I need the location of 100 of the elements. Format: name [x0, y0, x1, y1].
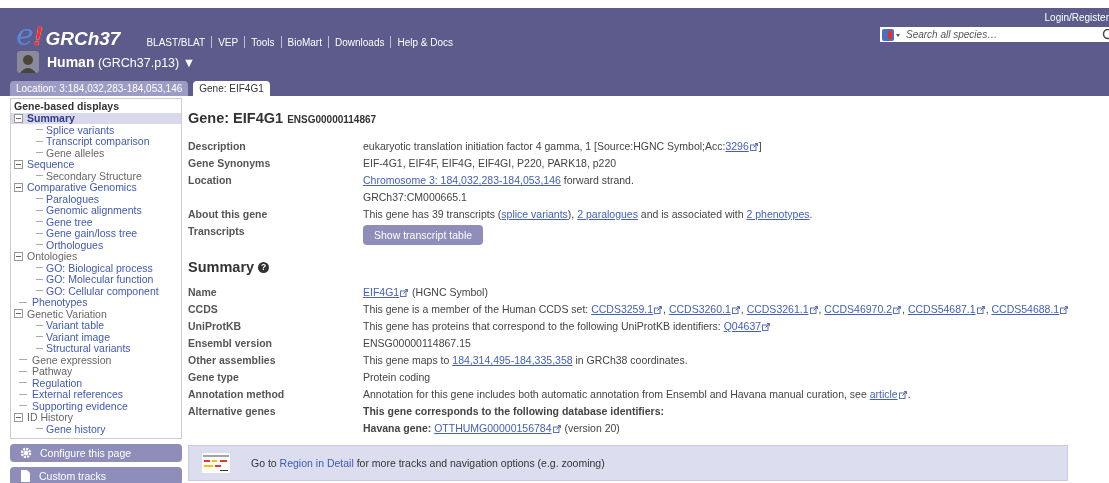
sidebar-item-row[interactable]: External references: [11, 388, 181, 401]
sidebar-link[interactable]: Orthologues: [46, 238, 104, 251]
sidebar-item-row[interactable]: Paralogues: [11, 193, 181, 205]
external-link-icon: [400, 288, 409, 297]
species-name[interactable]: Human (GRCh37.p13) ▼: [47, 54, 196, 70]
link[interactable]: Q04637: [723, 320, 762, 332]
link[interactable]: CCDS54688.1: [991, 303, 1060, 315]
link[interactable]: Chromosome 3: 184,032,283-184,053,146: [363, 174, 561, 186]
section-title: Summary: [188, 259, 255, 275]
search-input[interactable]: Search all species…: [906, 29, 1096, 40]
sidebar-link[interactable]: Sequence: [27, 158, 75, 171]
sidebar-item-row[interactable]: Splice variants: [11, 124, 181, 136]
tab[interactable]: Gene: EIF4G1: [193, 81, 270, 96]
expander-icon[interactable]: [14, 113, 23, 123]
field-label: Location: [188, 173, 233, 188]
search-icon[interactable]: [1101, 29, 1109, 40]
region-thumbnail-icon[interactable]: [201, 452, 231, 474]
field-value: This gene is a member of the Human CCDS set: CCDS3259.1 , CCDS3260.1 , CCDS3261.1 , CCDS46970.2 , CCDS54687.1 , CCDS54688.1: [363, 301, 1109, 318]
field-label: Ensembl version: [188, 336, 274, 351]
sidebar-item-row[interactable]: Supporting evidence: [11, 400, 181, 412]
sidebar-link[interactable]: Gene gain/loss tree: [46, 227, 138, 240]
species-icon[interactable]: [882, 28, 902, 41]
field-value: GRCh37:CM000665.1: [363, 190, 468, 205]
field-label: Gene Synonyms: [188, 156, 272, 171]
gear-icon: [20, 446, 32, 459]
field-value: This gene has proteins that correspond to the following UniProtKB identifiers: Q04637: [363, 318, 1109, 335]
sidebar-item-row[interactable]: Gene gain/loss tree: [11, 227, 181, 240]
external-link-icon: [1060, 305, 1069, 314]
sidebar-item-row[interactable]: Orthologues: [11, 239, 181, 251]
sidebar-item-row[interactable]: Genomic alignments: [11, 204, 181, 217]
nav-link[interactable]: BLAST/BLAT: [146, 36, 206, 48]
field-value: This gene maps to 184,314,495-184,335,358 in GRCh38 coordinates.: [363, 353, 689, 368]
sidebar-item-row[interactable]: Comparative Genomics: [11, 181, 181, 194]
link[interactable]: EIF4G1: [363, 286, 400, 298]
sidebar-link[interactable]: Comparative Genomics: [27, 181, 137, 194]
sidebar-link[interactable]: Genomic alignments: [46, 204, 142, 217]
field-label: Alternative genes: [188, 404, 277, 419]
field-value: EIF4G1 (HGNC Symbol): [363, 285, 489, 300]
help-icon[interactable]: ?: [258, 261, 270, 273]
file-icon: [20, 469, 31, 482]
external-link-icon: [731, 305, 740, 314]
field-label: UniProtKB: [188, 319, 243, 334]
field-value: EIF-4G1, EIF4F, EIF4G, EIF4GI, P220, PARK18, p220: [363, 156, 618, 171]
external-link-icon: [654, 305, 663, 314]
sidebar-heading: Gene-based displays: [13, 99, 121, 113]
external-link-icon: [552, 424, 561, 433]
link[interactable]: CCDS3260.1: [668, 303, 731, 315]
sidebar-link[interactable]: Summary: [27, 112, 75, 125]
sidebar-link[interactable]: Phenotypes: [32, 296, 88, 309]
link[interactable]: CCDS46970.2: [824, 303, 893, 315]
sidebar-link[interactable]: Regulation: [32, 376, 83, 389]
sidebar-item-row[interactable]: Phenotypes: [11, 296, 181, 309]
sidebar-link[interactable]: Transcript comparison: [46, 135, 150, 148]
link[interactable]: 2 phenotypes: [746, 208, 810, 220]
nav-link[interactable]: Downloads: [334, 36, 385, 48]
expander-icon[interactable]: [14, 182, 23, 192]
sidebar-item-row[interactable]: Regulation: [11, 377, 181, 389]
link[interactable]: 2 paralogues: [577, 208, 638, 220]
banner-text: Go to Region in Detail for more tracks and navigation options (e.g. zooming): [251, 457, 605, 469]
sidebar-item-row[interactable]: Gene tree: [11, 216, 181, 228]
sidebar-item-row[interactable]: Sequence: [11, 158, 181, 171]
external-link-icon: [898, 390, 907, 399]
sidebar-link[interactable]: Supporting evidence: [32, 399, 128, 412]
field-label: Description: [188, 139, 247, 154]
login-link[interactable]: Login/Register: [1044, 12, 1109, 23]
field-value: eukaryotic translation initiation factor 4 gamma, 1 [Source:HGNC Symbol;Acc:3296 ]: [363, 139, 763, 154]
link[interactable]: CCDS3261.1: [746, 303, 809, 315]
external-link-icon: [762, 322, 771, 331]
field-label: CCDS: [188, 302, 219, 317]
link[interactable]: CCDS3259.1: [591, 303, 654, 315]
external-link-icon: [976, 305, 985, 314]
site-logo[interactable]: e!GRCh37: [16, 22, 121, 50]
search-field[interactable]: Search all species…: [880, 27, 1109, 42]
link[interactable]: 3296: [725, 140, 749, 152]
sidebar-link[interactable]: External references: [32, 388, 124, 401]
nav-link[interactable]: VEP: [218, 36, 239, 48]
field-label: Other assemblies: [188, 353, 277, 368]
external-link-icon: [893, 305, 902, 314]
field-label: Gene type: [188, 370, 240, 385]
nav-link[interactable]: BioMart: [287, 36, 322, 48]
external-link-icon: [749, 142, 758, 151]
link[interactable]: 184,314,495-184,335,358: [452, 354, 573, 366]
sidebar-item-row[interactable]: Summary: [11, 112, 181, 125]
nav-link[interactable]: Tools: [251, 36, 275, 48]
nav-link[interactable]: Help & Docs: [397, 36, 454, 48]
expander-icon[interactable]: [14, 159, 23, 169]
field-label: Annotation method: [188, 387, 286, 402]
link[interactable]: Region in Detail: [279, 457, 354, 469]
external-link-icon: [809, 305, 818, 314]
field-value: Havana gene: OTTHUMG00000156784 (version 20): [363, 421, 621, 436]
link[interactable]: article: [869, 388, 898, 400]
link[interactable]: OTTHUMG00000156784: [434, 422, 552, 434]
link[interactable]: splice variants: [501, 208, 568, 220]
sidebar-link[interactable]: Gene tree: [46, 215, 93, 228]
sidebar-item-row[interactable]: Transcript comparison: [11, 135, 181, 148]
sidebar-link[interactable]: Paralogues: [46, 192, 100, 205]
field-value: ENSG00000114867.15: [363, 336, 472, 351]
link[interactable]: CCDS54687.1: [907, 303, 976, 315]
species-avatar: [17, 51, 39, 73]
sidebar-link[interactable]: Splice variants: [46, 123, 115, 136]
